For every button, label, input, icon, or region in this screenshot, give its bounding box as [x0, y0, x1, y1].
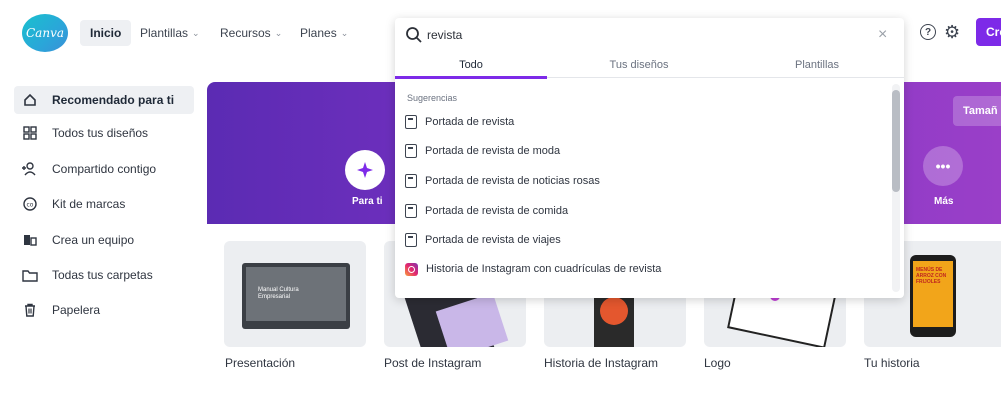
suggestion-label: Portada de revista [425, 116, 515, 128]
help-icon[interactable]: ? [920, 24, 936, 40]
story-thumbnail-title: MENÚS DE ARROZ CON FRIJOLES [916, 267, 947, 285]
search-input[interactable] [427, 25, 847, 45]
sidebar-item-carpetas[interactable]: Todas tus carpetas [14, 261, 194, 289]
nav-planes-label: Planes [300, 26, 337, 40]
sidebar-item-kit-marcas[interactable]: co Kit de marcas [14, 190, 194, 218]
card-label: Tu historia [864, 356, 920, 370]
sidebar-item-compartido[interactable]: Compartido contigo [14, 155, 194, 183]
card-label: Logo [704, 356, 731, 370]
home-icon [22, 92, 38, 108]
nav-recursos-label: Recursos [220, 26, 271, 40]
custom-size-label: Tamañ [963, 105, 998, 117]
for-you-label: Para ti [352, 196, 383, 207]
phone-thumbnail: MENÚS DE ARROZ CON FRIJOLES [910, 255, 956, 337]
search-icon [406, 27, 422, 43]
nav-inicio-label: Inicio [90, 26, 122, 40]
instagram-icon [405, 262, 418, 276]
sidebar-item-label: Todos tus diseños [52, 126, 149, 140]
nav-recursos[interactable]: Recursos ⌄ [220, 20, 282, 46]
suggestions-heading: Sugerencias [407, 93, 458, 103]
document-icon [405, 174, 417, 188]
create-design-button[interactable]: Cre [976, 18, 1001, 46]
chevron-down-icon: ⌄ [274, 27, 283, 38]
suggestion-item[interactable]: Portada de revista de viajes [405, 229, 561, 251]
logo-text: Canva [26, 26, 64, 40]
search-panel: × Todo Tus diseños Plantillas Sugerencia… [395, 18, 904, 298]
nav-plantillas[interactable]: Plantillas ⌄ [140, 20, 200, 46]
gear-icon[interactable]: ⚙ [944, 22, 960, 42]
suggestion-item[interactable]: Historia de Instagram con cuadrículas de… [405, 258, 661, 280]
document-icon [405, 204, 417, 218]
sidebar-item-label: Papelera [52, 303, 101, 317]
sidebar-item-label: Todas tus carpetas [52, 268, 153, 282]
tab-tus-disenos[interactable]: Tus diseños [563, 52, 715, 78]
document-icon [405, 115, 417, 129]
tab-label: Plantillas [794, 59, 840, 71]
more-dots-icon: ••• [935, 158, 951, 174]
suggestion-label: Portada de revista de viajes [425, 234, 561, 246]
scrollbar-thumb[interactable] [892, 90, 900, 192]
suggestion-label: Historia de Instagram con cuadrículas de… [426, 263, 662, 275]
story-thumbnail: MENÚS DE ARROZ CON FRIJOLES [913, 261, 953, 327]
more-button[interactable]: ••• [923, 146, 963, 186]
create-design-label: Cre [986, 25, 1001, 39]
tab-plantillas[interactable]: Plantillas [741, 52, 893, 78]
shared-users-icon [22, 161, 38, 177]
tab-label: Todo [459, 59, 483, 71]
custom-size-button[interactable]: Tamañ [953, 96, 1001, 126]
sidebar-item-label: Crea un equipo [52, 233, 135, 247]
sidebar-item-label: Recomendado para ti [52, 93, 175, 107]
suggestion-item[interactable]: Portada de revista de moda [405, 140, 560, 162]
nav-plantillas-label: Plantillas [140, 26, 189, 40]
document-icon [405, 144, 417, 158]
chevron-down-icon: ⌄ [340, 27, 349, 38]
brand-kit-icon: co [22, 196, 38, 212]
sparkle-icon [357, 162, 373, 178]
document-icon [405, 233, 417, 247]
sidebar-item-label: Kit de marcas [52, 197, 126, 211]
nav-inicio[interactable]: Inicio [80, 20, 132, 46]
svg-text:co: co [27, 202, 34, 209]
sidebar-item-papelera[interactable]: Papelera [14, 296, 194, 324]
suggestion-label: Portada de revista de noticias rosas [425, 175, 600, 187]
sidebar-item-label: Compartido contigo [52, 162, 157, 176]
team-icon [22, 232, 38, 248]
for-you-button[interactable] [345, 150, 385, 190]
monitor-thumbnail: Manual Cultura Empresarial [242, 263, 350, 329]
suggestions-scrollbar[interactable] [892, 84, 900, 292]
more-label: Más [934, 196, 954, 207]
suggestion-item[interactable]: Portada de revista de noticias rosas [405, 170, 600, 192]
chevron-down-icon: ⌄ [192, 27, 200, 38]
nav-planes[interactable]: Planes ⌄ [300, 20, 348, 46]
search-bar: × [395, 18, 904, 52]
suggestion-label: Portada de revista de moda [425, 145, 561, 157]
tab-label: Tus diseños [609, 59, 669, 71]
card-label: Post de Instagram [384, 356, 482, 370]
sidebar-item-todos-disenos[interactable]: Todos tus diseños [14, 119, 194, 147]
sidebar-item-recomendado[interactable]: Recomendado para ti [14, 86, 194, 114]
suggestion-label: Portada de revista de comida [425, 205, 569, 217]
tab-todo[interactable]: Todo [395, 52, 547, 78]
suggestion-item[interactable]: Portada de revista [405, 111, 514, 133]
close-icon[interactable]: × [878, 26, 887, 44]
folder-icon [22, 267, 38, 283]
sidebar-item-crea-equipo[interactable]: Crea un equipo [14, 226, 194, 254]
card-label: Presentación [225, 356, 296, 370]
grid-icon [22, 125, 38, 141]
active-tab-indicator [395, 76, 547, 79]
card-presentacion[interactable]: Manual Cultura Empresarial [224, 241, 366, 347]
canva-logo[interactable]: Canva [22, 14, 68, 52]
card-label: Historia de Instagram [544, 356, 659, 370]
thumbnail-title: Manual Cultura Empresarial [258, 287, 299, 300]
food-thumbnail [600, 297, 628, 325]
monitor-screen: Manual Cultura Empresarial [246, 267, 346, 321]
suggestion-item[interactable]: Portada de revista de comida [405, 200, 568, 222]
trash-icon [22, 302, 38, 318]
search-tabs: Todo Tus diseños Plantillas [395, 52, 904, 78]
